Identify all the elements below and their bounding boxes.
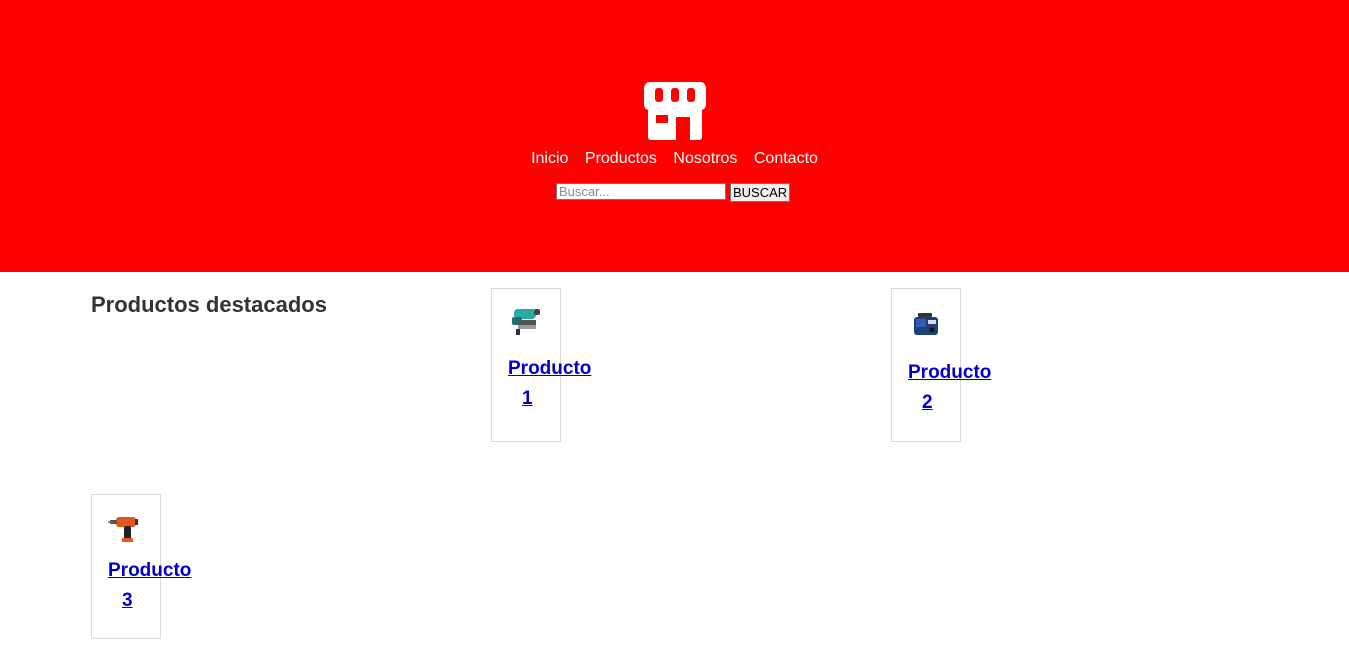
search-button[interactable]: BUSCAR [730,183,791,202]
product-card: Producto 2 [891,288,991,442]
page-title: Productos destacados [91,292,327,317]
power-drill-icon [108,517,138,542]
nav-item-inicio[interactable]: Inicio [531,150,568,168]
storefront-icon[interactable] [644,82,706,140]
product-link[interactable]: Producto 2 [908,358,998,418]
main-nav: Inicio Productos Nosotros Contacto [0,150,1349,168]
product-card: Producto 1 [491,288,591,442]
search-input[interactable] [556,183,726,200]
nav-item-nosotros[interactable]: Nosotros [673,150,737,168]
search-form: BUSCAR [556,183,791,202]
product-card: Producto 3 [91,494,191,639]
product-link[interactable]: Producto 3 [108,556,198,616]
nav-item-productos[interactable]: Productos [585,150,657,168]
site-header: Inicio Productos Nosotros Contacto BUSCA… [0,0,1349,272]
nav-item-contacto[interactable]: Contacto [754,150,818,168]
welder-machine-icon [914,313,938,335]
jigsaw-tool-icon [512,309,540,335]
product-link[interactable]: Producto 1 [508,354,598,414]
